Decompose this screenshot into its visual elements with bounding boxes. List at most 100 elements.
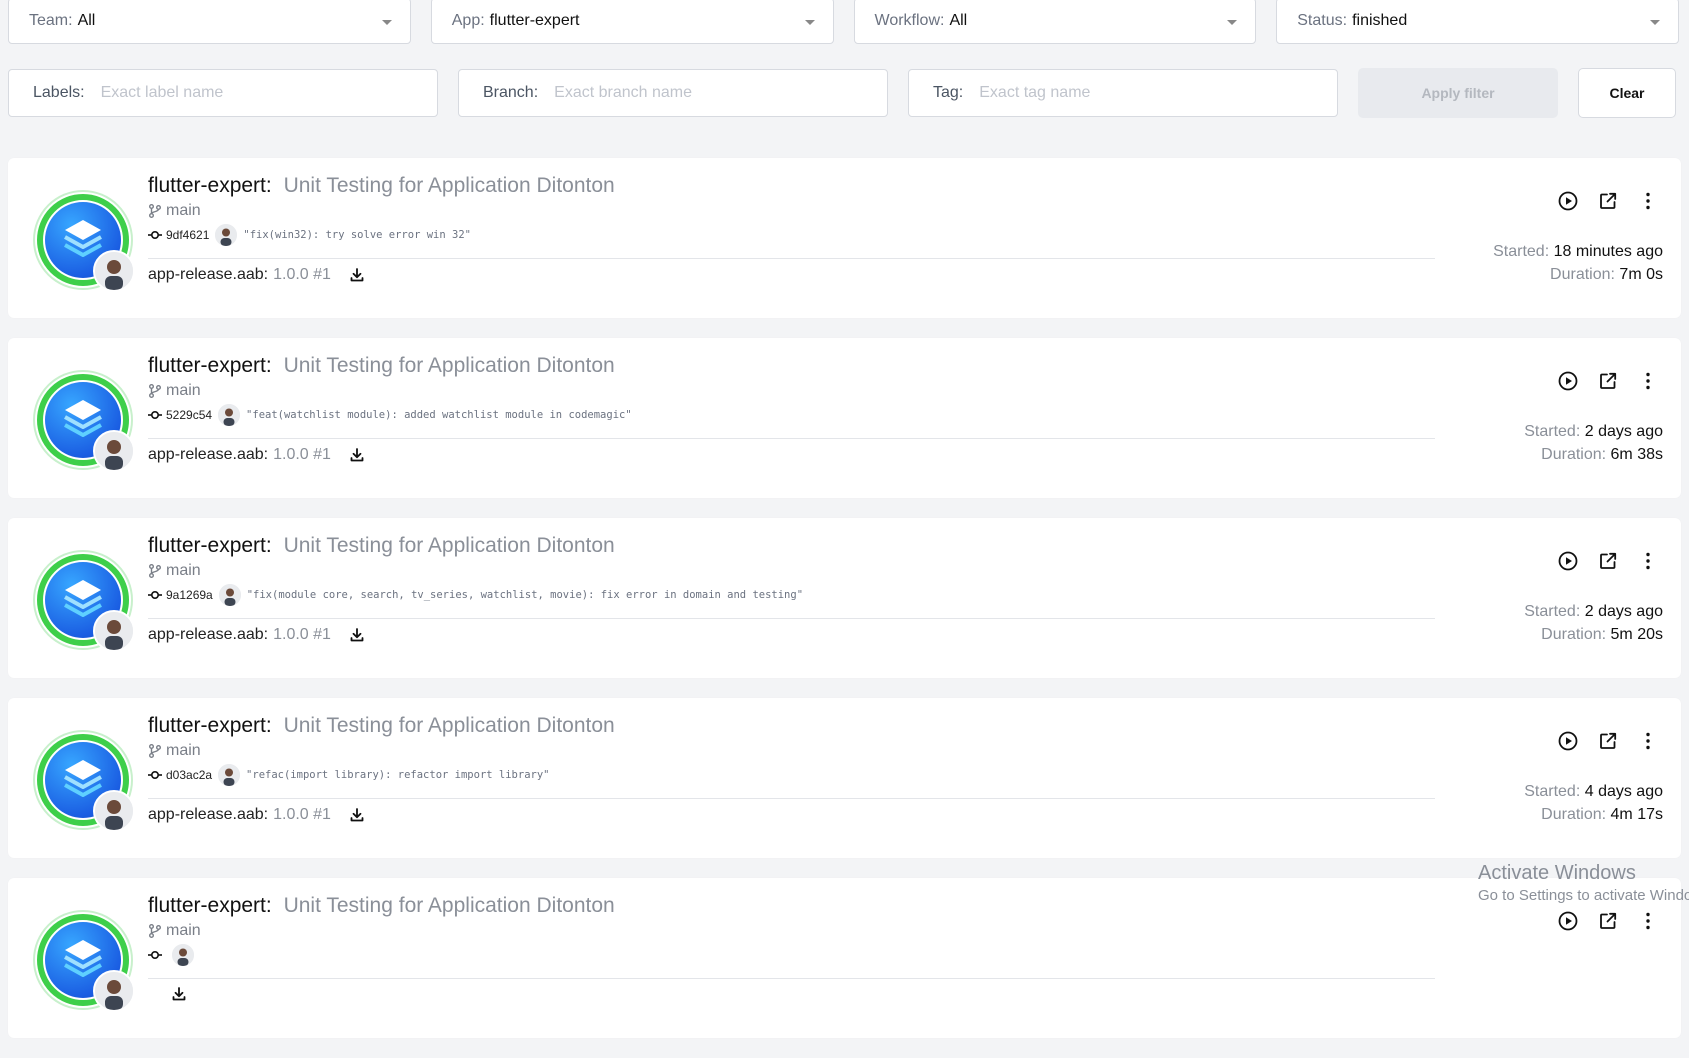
build-workflow-name[interactable]: Unit Testing for Application Ditonton	[284, 894, 615, 917]
build-title: flutter-expert: Unit Testing for Applica…	[148, 354, 615, 378]
card-divider	[148, 258, 1435, 259]
open-external-icon[interactable]	[1597, 910, 1619, 932]
build-artifact: app-release.aab: 1.0.0 #1	[148, 266, 365, 284]
workflow-dropdown[interactable]: Workflow: All	[853, 0, 1257, 44]
branch-input[interactable]	[552, 83, 863, 103]
artifact-version: 1.0.0 #1	[273, 626, 331, 643]
build-branch: main	[148, 562, 201, 580]
play-icon[interactable]	[1557, 910, 1579, 932]
open-external-icon[interactable]	[1597, 550, 1619, 572]
workflow-dropdown-label: Workflow:	[874, 12, 945, 29]
artifact-name[interactable]: app-release.aab:	[148, 806, 268, 824]
artifact-name[interactable]: app-release.aab:	[148, 446, 268, 464]
commit-hash[interactable]: d03ac2a	[166, 768, 212, 782]
download-icon[interactable]	[349, 447, 365, 463]
branch-name: main	[166, 922, 201, 939]
more-vertical-icon[interactable]	[1637, 190, 1659, 212]
play-icon[interactable]	[1557, 550, 1579, 572]
user-avatar	[93, 970, 135, 1012]
started-value: 2 days ago	[1584, 603, 1663, 620]
chevron-down-icon	[1650, 20, 1660, 25]
build-workflow-name[interactable]: Unit Testing for Application Ditonton	[284, 354, 615, 377]
card-divider	[148, 798, 1435, 799]
artifact-name[interactable]: app-release.aab:	[148, 626, 268, 644]
commit-message: "refac(import library): refactor import …	[246, 769, 550, 781]
app-dropdown[interactable]: App: flutter-expert	[430, 0, 834, 44]
download-icon[interactable]	[349, 267, 365, 283]
apply-filter-button[interactable]: Apply filter	[1358, 68, 1558, 118]
download-icon[interactable]	[349, 627, 365, 643]
labels-input[interactable]	[98, 83, 413, 103]
open-external-icon[interactable]	[1597, 730, 1619, 752]
open-external-icon[interactable]	[1597, 370, 1619, 392]
started-value: 4 days ago	[1584, 783, 1663, 800]
filters-dropdown-row: Team: All App: flutter-expert Workflow: …	[8, 0, 1679, 48]
build-title: flutter-expert: Unit Testing for Applica…	[148, 534, 615, 558]
started-label: Started:	[1524, 603, 1581, 620]
build-timing: Started: 2 days ago Duration: 5m 20s	[1524, 600, 1663, 646]
build-card[interactable]: flutter-expert: Unit Testing for Applica…	[8, 158, 1681, 318]
build-app-name[interactable]: flutter-expert:	[148, 174, 272, 197]
build-artifact: app-release.aab: 1.0.0 #1	[148, 806, 365, 824]
team-dropdown[interactable]: Team: All	[8, 0, 411, 44]
git-branch-icon	[149, 384, 161, 398]
build-artifact: app-release.aab: 1.0.0 #1	[148, 446, 365, 464]
build-workflow-name[interactable]: Unit Testing for Application Ditonton	[284, 534, 615, 557]
more-vertical-icon[interactable]	[1637, 550, 1659, 572]
build-app-name[interactable]: flutter-expert:	[148, 714, 272, 737]
download-icon[interactable]	[349, 807, 365, 823]
build-workflow-name[interactable]: Unit Testing for Application Ditonton	[284, 174, 615, 197]
duration-value: 5m 20s	[1610, 626, 1663, 643]
build-card[interactable]: flutter-expert: Unit Testing for Applica…	[8, 698, 1681, 858]
download-icon[interactable]	[171, 986, 187, 1002]
commit-hash[interactable]: 9a1269a	[166, 588, 213, 602]
started-label: Started:	[1524, 783, 1581, 800]
commit-message: "feat(watchlist module): added watchlist…	[246, 409, 632, 421]
build-actions	[1557, 550, 1659, 572]
build-workflow-name[interactable]: Unit Testing for Application Ditonton	[284, 714, 615, 737]
build-title: flutter-expert: Unit Testing for Applica…	[148, 714, 615, 738]
play-icon[interactable]	[1557, 730, 1579, 752]
build-app-name[interactable]: flutter-expert:	[148, 894, 272, 917]
build-timing: Started: 18 minutes ago Duration: 7m 0s	[1493, 240, 1663, 286]
play-icon[interactable]	[1557, 190, 1579, 212]
play-icon[interactable]	[1557, 370, 1579, 392]
app-icon	[33, 730, 135, 832]
build-actions	[1557, 730, 1659, 752]
build-started: Started: 18 minutes ago	[1493, 240, 1663, 263]
card-divider	[148, 438, 1435, 439]
build-card[interactable]: flutter-expert: Unit Testing for Applica…	[8, 338, 1681, 498]
clear-filter-button[interactable]: Clear	[1578, 68, 1676, 118]
open-external-icon[interactable]	[1597, 190, 1619, 212]
chevron-down-icon	[381, 20, 392, 25]
status-dropdown[interactable]: Status: finished	[1276, 0, 1679, 44]
build-duration: Duration: 5m 20s	[1524, 623, 1663, 646]
git-branch-icon	[149, 744, 161, 758]
more-vertical-icon[interactable]	[1637, 370, 1659, 392]
commit-author-avatar	[218, 584, 241, 606]
build-list: flutter-expert: Unit Testing for Applica…	[8, 158, 1681, 1058]
artifact-name[interactable]: app-release.aab:	[148, 266, 268, 284]
build-card[interactable]: flutter-expert: Unit Testing for Applica…	[8, 518, 1681, 678]
commit-hash[interactable]: 5229c54	[166, 408, 212, 422]
commit-hash[interactable]: 9df4621	[166, 228, 209, 242]
build-title: flutter-expert: Unit Testing for Applica…	[148, 894, 615, 918]
commit-author-avatar	[172, 944, 194, 966]
app-icon	[33, 910, 135, 1012]
app-dropdown-label: App:	[451, 12, 485, 29]
build-app-name[interactable]: flutter-expert:	[148, 354, 272, 377]
more-vertical-icon[interactable]	[1637, 730, 1659, 752]
artifact-version: 1.0.0 #1	[273, 266, 331, 283]
artifact-version: 1.0.0 #1	[273, 806, 331, 823]
build-commit: 9df4621 "fix(win32): try solve error win…	[148, 224, 471, 246]
build-duration: Duration: 7m 0s	[1493, 263, 1663, 286]
status-dropdown-label: Status:	[1297, 12, 1348, 29]
build-card[interactable]: flutter-expert: Unit Testing for Applica…	[8, 878, 1681, 1038]
build-app-name[interactable]: flutter-expert:	[148, 534, 272, 557]
branch-filter: Branch:	[458, 69, 888, 117]
build-timing: Started: 2 days ago Duration: 6m 38s	[1524, 420, 1663, 466]
more-vertical-icon[interactable]	[1637, 910, 1659, 932]
tag-input[interactable]	[977, 83, 1313, 103]
git-branch-icon	[149, 924, 161, 938]
build-artifact: app-release.aab: 1.0.0 #1	[148, 626, 365, 644]
